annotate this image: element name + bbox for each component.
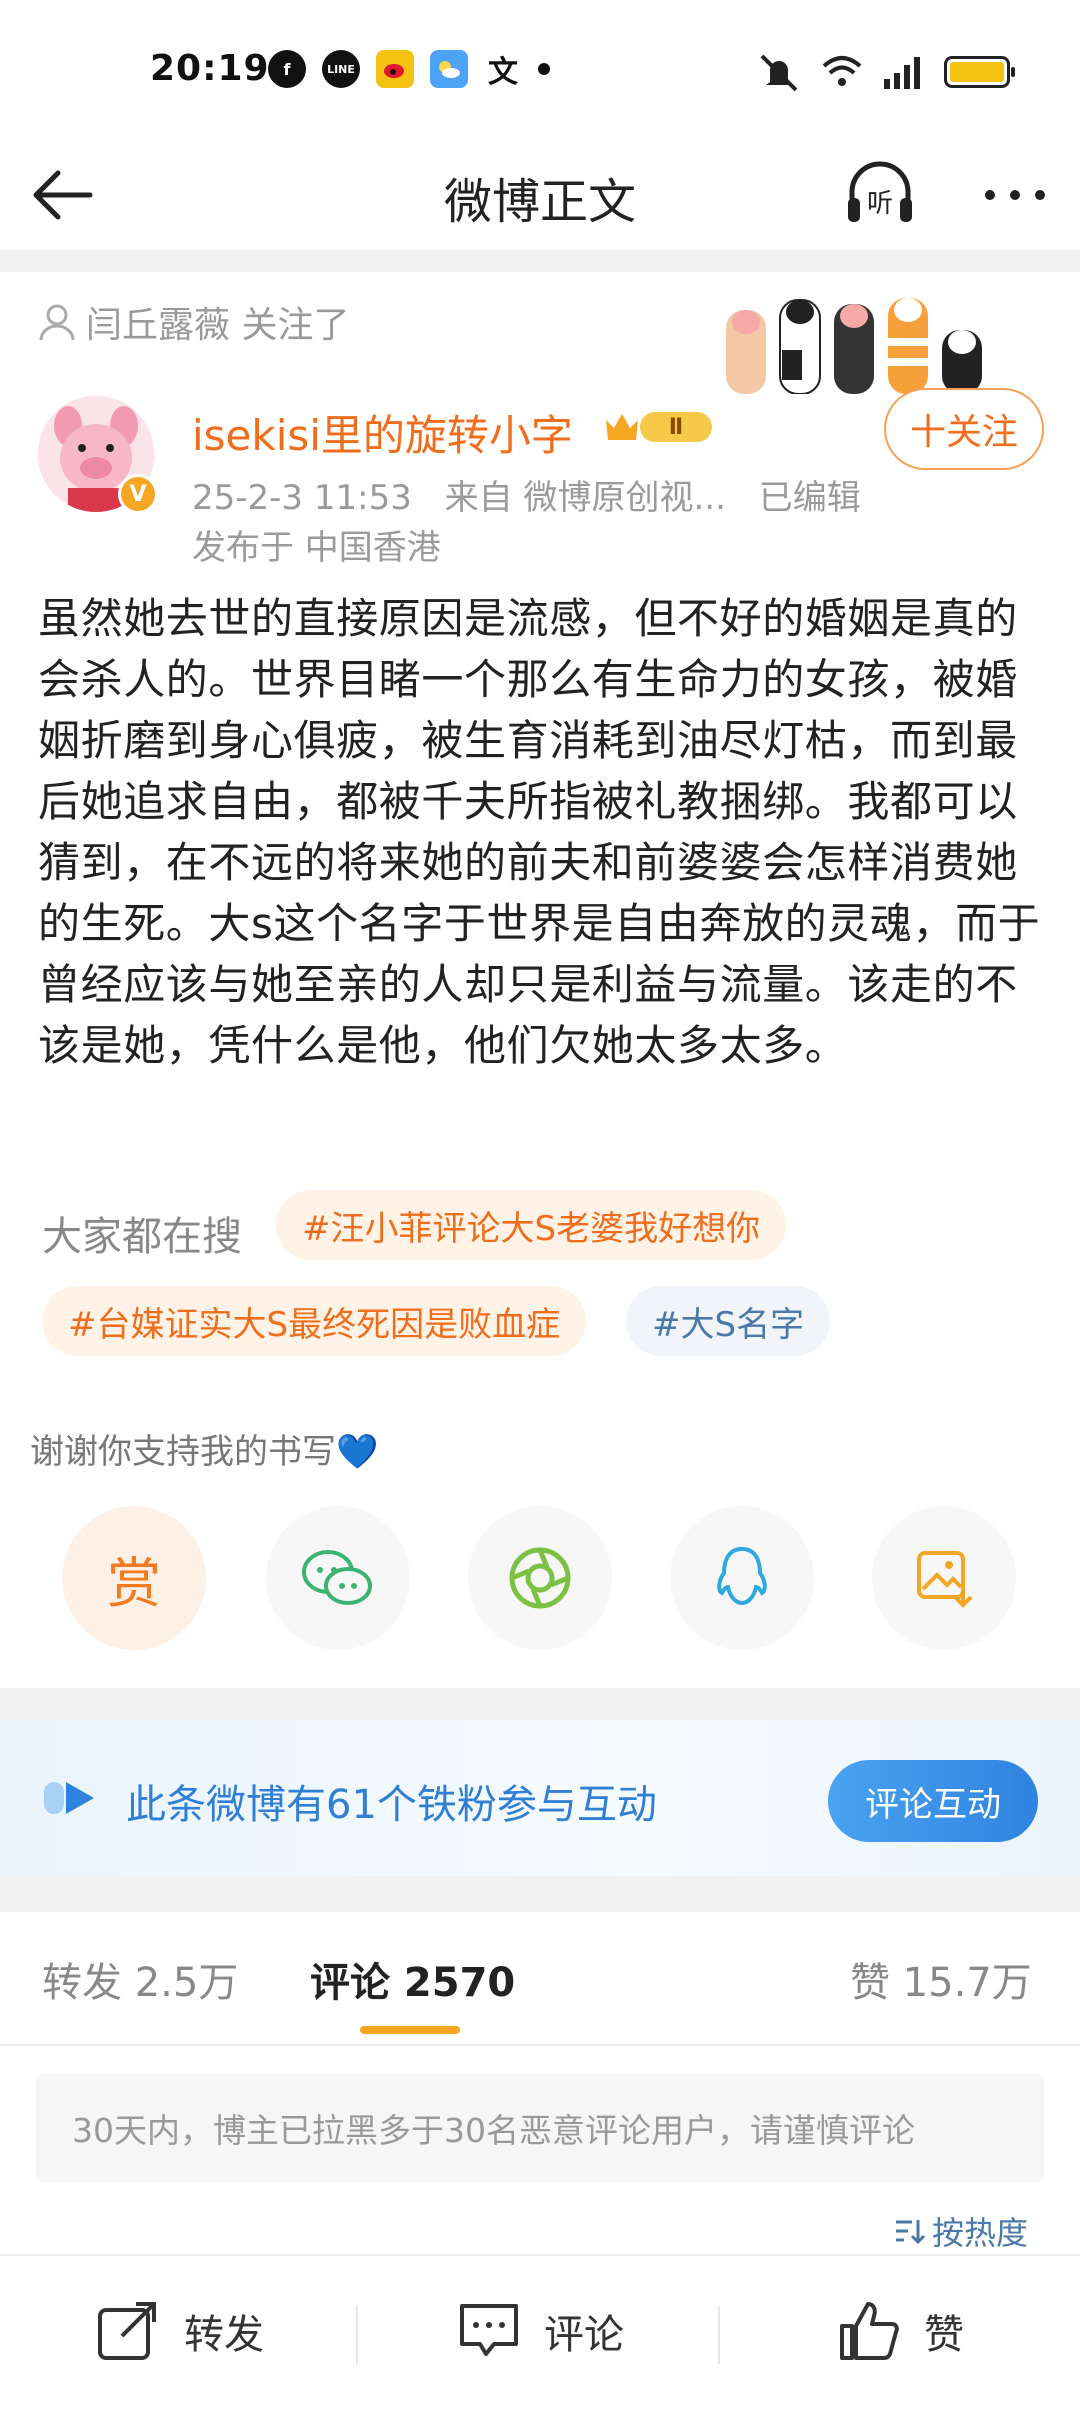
moments-icon	[509, 1547, 571, 1609]
listen-label: 听	[867, 189, 893, 219]
like-icon	[840, 2302, 899, 2360]
nav-bar: 微博正文 听	[0, 140, 1080, 250]
post-meta: 25-2-3 11:53 来自 微博原创视... 已编辑	[192, 470, 883, 519]
divider	[0, 2044, 1080, 2046]
comment-label: 评论	[544, 2312, 624, 2358]
trending-tag[interactable]: #台媒证实大S最终死因是败血症	[42, 1286, 587, 1356]
reward-button[interactable]: 赏	[62, 1506, 206, 1650]
wifi-icon	[822, 56, 862, 86]
repost-label: 转发	[184, 2312, 264, 2358]
divider	[0, 250, 1080, 272]
separator	[718, 2306, 720, 2364]
engagement-tabs: 转发 2.5万 评论 2570 赞 15.7万	[0, 1912, 1080, 2044]
post-time: 25-2-3 11:53	[192, 478, 412, 518]
share-wechat-button[interactable]	[266, 1506, 410, 1650]
more-button[interactable]	[980, 170, 1050, 220]
more-icon	[985, 190, 1045, 200]
reward-message: 谢谢你支持我的书写💙	[30, 1432, 379, 1472]
separator	[356, 2306, 358, 2364]
followed-by-text: 闫丘露薇 关注了	[86, 305, 350, 346]
wechat-icon	[302, 1550, 372, 1605]
headphones-icon: 听	[848, 161, 912, 222]
share-moments-button[interactable]	[468, 1506, 612, 1650]
share-qq-button[interactable]	[670, 1506, 814, 1650]
trending-tag[interactable]: #大S名字	[626, 1286, 831, 1356]
followed-by: 闫丘露薇 关注了	[38, 296, 349, 348]
author-name[interactable]: isekisi里的旋转小字	[192, 402, 573, 463]
listen-button[interactable]: 听	[842, 156, 918, 232]
status-bar: 20:19 f LINE 文	[0, 0, 1080, 140]
comment-button[interactable]: 评论	[456, 2300, 624, 2362]
level-badge-text: Ⅱ	[669, 415, 684, 440]
cat-paws-decoration	[726, 298, 982, 394]
line-icon: LINE	[322, 50, 360, 88]
sort-label: 按热度	[932, 2214, 1029, 2252]
dot-icon	[538, 63, 550, 75]
fans-banner: 此条微博有61个铁粉参与互动 评论互动	[0, 1720, 1080, 1876]
signal-icon	[884, 57, 920, 89]
post-location: 发布于 中国香港	[192, 528, 441, 568]
like-button[interactable]: 赞	[836, 2300, 964, 2362]
divider	[0, 1876, 1080, 1912]
post-edited: 已编辑	[758, 478, 861, 518]
fans-text: 此条微博有61个铁粉参与互动	[126, 1782, 657, 1828]
play-icon	[44, 1782, 94, 1814]
status-app-icons: f LINE 文	[268, 50, 550, 90]
mute-icon	[760, 54, 798, 92]
status-time: 20:19	[150, 48, 270, 89]
comment-interact-button[interactable]: 评论互动	[828, 1760, 1038, 1842]
weibo-icon	[376, 50, 414, 88]
status-right-icons	[756, 52, 1015, 92]
sort-button[interactable]: 按热度	[892, 2208, 1028, 2254]
trending-label: 大家都在搜	[42, 1214, 242, 1260]
verified-badge: V	[118, 474, 158, 514]
qq-icon	[717, 1546, 767, 1606]
battery-icon	[944, 56, 1015, 88]
facebook-icon: f	[268, 50, 306, 88]
tab-likes[interactable]: 赞 15.7万	[850, 1950, 1032, 2008]
follow-button[interactable]: 十关注	[884, 388, 1044, 470]
repost-button[interactable]: 转发	[96, 2300, 264, 2362]
sort-icon	[896, 2220, 926, 2245]
crown-level-icon: Ⅱ	[606, 412, 712, 442]
divider	[0, 1688, 1080, 1720]
post-source: 来自 微博原创视...	[444, 478, 726, 518]
share-row: 赏	[62, 1506, 1022, 1650]
reward-label: 赏	[107, 1551, 161, 1615]
translate-icon: 文	[488, 55, 518, 90]
weather-icon	[430, 50, 468, 88]
tab-reposts[interactable]: 转发 2.5万	[42, 1950, 238, 2008]
comment-icon	[460, 2304, 518, 2356]
page-title: 微博正文	[443, 174, 636, 230]
user-icon	[39, 304, 75, 341]
like-label: 赞	[924, 2312, 964, 2358]
repost-icon	[98, 2302, 156, 2360]
post-body: 虽然她去世的直接原因是流感，但不好的婚姻是真的会杀人的。世界目睹一个那么有生命力…	[38, 594, 1041, 1070]
comment-notice: 30天内，博主已拉黑多于30名恶意评论用户，请谨慎评论	[36, 2074, 1044, 2182]
save-image-button[interactable]	[872, 1506, 1016, 1650]
trending-tag[interactable]: #汪小菲评论大S老婆我好想你	[276, 1190, 787, 1260]
bottom-action-bar: 转发 评论 赞	[0, 2254, 1080, 2412]
save-image-icon	[917, 1551, 973, 1608]
tab-underline	[360, 2026, 460, 2034]
tab-comments[interactable]: 评论 2570	[310, 1950, 515, 2008]
